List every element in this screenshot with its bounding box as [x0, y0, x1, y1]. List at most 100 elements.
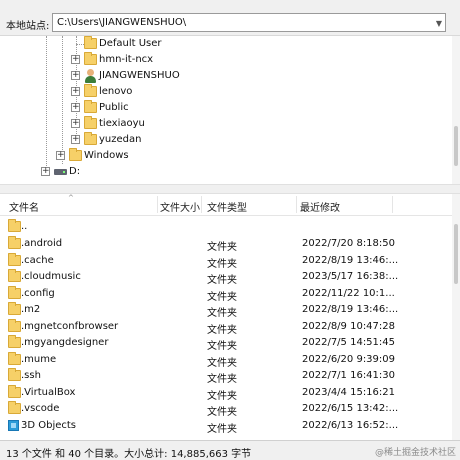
file-modified: 2022/6/13 16:52:...: [302, 420, 399, 431]
pane-splitter[interactable]: [0, 184, 460, 194]
tree-connector: [76, 44, 84, 45]
tree-item-label: lenovo: [99, 86, 133, 97]
status-bar: 13 个文件 和 40 个目录。大小总计: 14,885,663 字节 @稀土掘…: [0, 440, 460, 460]
folder-icon: [8, 385, 21, 398]
user-folder-icon: [84, 69, 97, 83]
expand-plus-icon[interactable]: +: [71, 119, 80, 128]
file-name: .vscode: [21, 403, 60, 414]
file-modified: 2022/11/22 10:1...: [302, 288, 395, 299]
tree-item-yuzedan[interactable]: + yuzedan: [0, 132, 450, 148]
folder-icon: [8, 352, 21, 365]
status-summary: 13 个文件 和 40 个目录。大小总计: 14,885,663 字节: [6, 449, 252, 460]
column-header-modified[interactable]: 最近修改: [300, 199, 340, 214]
file-modified: 2022/7/20 8:18:50: [302, 238, 396, 249]
tree-item-lenovo[interactable]: + lenovo: [0, 84, 450, 100]
file-name: .config: [21, 288, 55, 299]
expand-plus-icon[interactable]: +: [71, 87, 80, 96]
file-type: 文件夹: [207, 341, 237, 352]
file-row[interactable]: .cache 文件夹 2022/8/19 13:46:...: [0, 252, 452, 270]
folder-icon: [8, 319, 21, 332]
column-divider[interactable]: [296, 196, 297, 213]
file-list-scrollbar[interactable]: [452, 194, 460, 440]
drive-icon: [54, 169, 67, 175]
tree-item-label: JIANGWENSHUO: [99, 70, 180, 81]
tree-item-tiexiaoyu[interactable]: + tiexiaoyu: [0, 116, 450, 132]
file-type: 文件夹: [207, 374, 237, 385]
local-path-input[interactable]: C:\Users\JIANGWENSHUO\ ▼: [52, 13, 446, 32]
folder-icon: [69, 148, 82, 161]
folder-icon: [8, 302, 21, 315]
file-row[interactable]: .mgyangdesigner 文件夹 2022/7/5 14:51:45: [0, 334, 452, 352]
column-divider[interactable]: [201, 196, 202, 213]
file-modified: 2022/8/19 13:46:...: [302, 304, 399, 315]
expand-plus-icon[interactable]: +: [56, 151, 65, 160]
file-row[interactable]: 3D Objects 文件夹 2022/6/13 16:52:...: [0, 417, 452, 435]
folder-icon: [8, 368, 21, 381]
file-name: .cloudmusic: [21, 271, 81, 282]
3d-objects-icon: [8, 420, 19, 431]
file-name: .m2: [21, 304, 41, 315]
file-modified: 2022/6/20 9:39:09: [302, 354, 396, 365]
expand-plus-icon[interactable]: +: [41, 167, 50, 176]
tree-item-hmn-it-ncx[interactable]: + hmn-it-ncx: [0, 52, 450, 68]
column-header-size[interactable]: 文件大小: [160, 199, 200, 214]
tree-item-label: tiexiaoyu: [99, 118, 145, 129]
file-type: 文件夹: [207, 407, 237, 418]
tree-scrollbar-thumb[interactable]: [454, 126, 458, 166]
file-row[interactable]: .cloudmusic 文件夹 2023/5/17 16:38:...: [0, 268, 452, 286]
tree-item-label: Public: [99, 102, 129, 113]
column-header-type[interactable]: 文件类型: [207, 199, 247, 214]
folder-icon: [84, 36, 97, 49]
file-modified: 2022/8/9 10:47:28: [302, 321, 396, 332]
file-modified: 2023/4/4 15:16:21: [302, 387, 396, 398]
tree-item-drive-d[interactable]: + D:: [0, 164, 450, 180]
file-name: .mume: [21, 354, 57, 365]
expand-plus-icon[interactable]: +: [71, 55, 80, 64]
tree-scrollbar[interactable]: [452, 36, 460, 184]
folder-icon: [84, 52, 97, 65]
folder-icon: [8, 335, 21, 348]
file-modified: 2022/6/15 13:42:...: [302, 403, 399, 414]
file-row[interactable]: .ssh 文件夹 2022/7/1 16:41:30: [0, 367, 452, 385]
column-header-name[interactable]: 文件名: [9, 199, 39, 214]
file-row[interactable]: .android 文件夹 2022/7/20 8:18:50: [0, 235, 452, 253]
file-list-scrollbar-thumb[interactable]: [454, 224, 458, 284]
file-row-parent[interactable]: ..: [0, 218, 452, 235]
folder-icon: [84, 100, 97, 113]
file-type: 文件夹: [207, 308, 237, 319]
file-row[interactable]: .config 文件夹 2022/11/22 10:1...: [0, 285, 452, 303]
file-row[interactable]: .VirtualBox 文件夹 2023/4/4 15:16:21: [0, 384, 452, 402]
folder-icon: [8, 236, 21, 249]
directory-tree[interactable]: Default User + hmn-it-ncx + JIANGWENSHUO…: [0, 36, 460, 184]
chevron-down-icon[interactable]: ▼: [436, 17, 442, 30]
tree-item-label: D:: [69, 166, 81, 177]
tree-item-public[interactable]: + Public: [0, 100, 450, 116]
tree-item-default-user[interactable]: Default User: [0, 36, 450, 52]
file-list-header: ^ 文件名 文件大小 文件类型 最近修改: [0, 194, 452, 216]
file-name: 3D Objects: [21, 420, 77, 431]
folder-icon: [84, 84, 97, 97]
file-row[interactable]: .vscode 文件夹 2022/6/15 13:42:...: [0, 400, 452, 418]
folder-icon: [8, 269, 21, 282]
folder-icon: [84, 132, 97, 145]
file-row[interactable]: .m2 文件夹 2022/8/19 13:46:...: [0, 301, 452, 319]
expand-plus-icon[interactable]: +: [71, 71, 80, 80]
file-name: .mgnetconfbrowser: [21, 321, 119, 332]
expand-plus-icon[interactable]: +: [71, 103, 80, 112]
file-type: 文件夹: [207, 242, 237, 253]
tree-item-label: Windows: [84, 150, 129, 161]
local-site-label: 本地站点:: [6, 21, 50, 32]
expand-plus-icon[interactable]: +: [71, 135, 80, 144]
file-name: .cache: [21, 255, 54, 266]
file-name: .android: [21, 238, 63, 249]
file-name: .ssh: [21, 370, 41, 381]
column-divider[interactable]: [392, 196, 393, 213]
tree-item-windows[interactable]: + Windows: [0, 148, 450, 164]
column-divider[interactable]: [157, 196, 158, 213]
file-row[interactable]: .mgnetconfbrowser 文件夹 2022/8/9 10:47:28: [0, 318, 452, 336]
file-row[interactable]: .mume 文件夹 2022/6/20 9:39:09: [0, 351, 452, 369]
tree-item-jiangwenshuo[interactable]: + JIANGWENSHUO: [0, 68, 450, 84]
file-name: .mgyangdesigner: [21, 337, 109, 348]
file-list[interactable]: ^ 文件名 文件大小 文件类型 最近修改 .. .android 文件夹 202…: [0, 194, 460, 440]
local-path-value: C:\Users\JIANGWENSHUO\: [57, 17, 187, 28]
